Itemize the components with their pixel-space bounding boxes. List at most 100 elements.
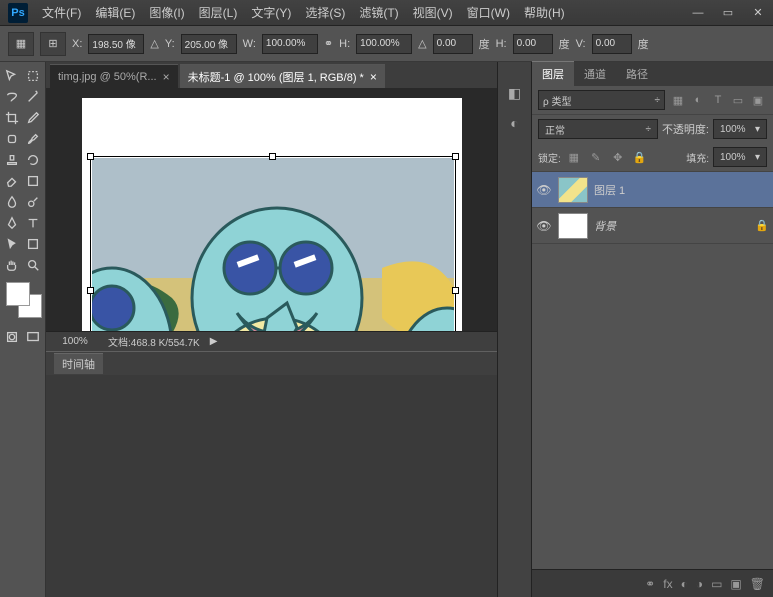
app-logo: Ps	[8, 3, 28, 23]
layer-1-visibility-icon[interactable]: 👁	[536, 183, 552, 197]
type-tool[interactable]	[23, 213, 43, 233]
pen-tool[interactable]	[2, 213, 22, 233]
adjustment-icon[interactable]: ◑	[696, 577, 703, 591]
menu-view[interactable]: 视图(V)	[407, 0, 459, 25]
triangle-icon[interactable]: △	[150, 37, 158, 50]
reference-point-icon[interactable]: ⊞	[40, 32, 66, 56]
filter-type-icon[interactable]: T	[709, 91, 727, 109]
dock-color-icon[interactable]: ◐	[504, 112, 526, 134]
x-input[interactable]	[88, 34, 144, 54]
layer-row-1[interactable]: 👁 图层 1	[532, 172, 773, 208]
canvas-viewport[interactable]	[46, 88, 497, 331]
filter-adjust-icon[interactable]: ◐	[689, 91, 707, 109]
handle-right[interactable]	[452, 287, 459, 294]
screenmode-tool[interactable]	[23, 327, 43, 347]
lock-pixels-icon[interactable]: ✎	[587, 148, 605, 166]
menu-select[interactable]: 选择(S)	[299, 0, 351, 25]
transform-bounding-box[interactable]	[90, 156, 456, 331]
heal-tool[interactable]	[2, 129, 22, 149]
handle-top-right[interactable]	[452, 153, 459, 160]
h2-unit: 度	[559, 36, 570, 52]
group-icon[interactable]: ▭	[711, 577, 722, 591]
stamp-tool[interactable]	[2, 150, 22, 170]
layer-bg-visibility-icon[interactable]: 👁	[536, 219, 552, 233]
v-input[interactable]	[592, 34, 632, 54]
selection-tool[interactable]	[23, 66, 43, 86]
timeline-tab-label[interactable]: 时间轴	[54, 353, 103, 374]
layer-bg-name[interactable]: 背景	[594, 218, 749, 234]
zoom-level[interactable]: 100%	[52, 336, 98, 347]
document-tab-1[interactable]: timg.jpg @ 50%(R... ×	[50, 64, 178, 88]
layer-1-name[interactable]: 图层 1	[594, 182, 769, 198]
lock-position-icon[interactable]: ✥	[609, 148, 627, 166]
eyedropper-tool[interactable]	[23, 108, 43, 128]
close-tab-1-icon[interactable]: ×	[163, 70, 170, 84]
channels-tab[interactable]: 通道	[574, 62, 616, 86]
close-button[interactable]: ✕	[743, 3, 773, 23]
filter-pixel-icon[interactable]: ▦	[669, 91, 687, 109]
lasso-tool[interactable]	[2, 87, 22, 107]
menu-edit[interactable]: 编辑(E)	[89, 0, 141, 25]
quickmask-tool[interactable]	[2, 327, 22, 347]
shape-tool[interactable]	[23, 234, 43, 254]
handle-top-left[interactable]	[87, 153, 94, 160]
menu-type[interactable]: 文字(Y)	[245, 0, 297, 25]
zoom-tool[interactable]	[23, 255, 43, 275]
menu-window[interactable]: 窗口(W)	[461, 0, 516, 25]
brush-tool[interactable]	[23, 129, 43, 149]
canvas[interactable]	[82, 98, 462, 331]
layer-1-thumbnail[interactable]	[558, 177, 588, 203]
handle-left[interactable]	[87, 287, 94, 294]
blend-mode-select[interactable]: 正常÷	[538, 119, 658, 139]
path-select-tool[interactable]	[2, 234, 22, 254]
paths-tab[interactable]: 路径	[616, 62, 658, 86]
y-input[interactable]	[181, 34, 237, 54]
status-arrow-icon[interactable]: ▶	[210, 336, 218, 347]
blur-tool[interactable]	[2, 192, 22, 212]
close-tab-2-icon[interactable]: ×	[370, 70, 377, 84]
hand-tool[interactable]	[2, 255, 22, 275]
fill-input[interactable]: 100%▾	[713, 147, 767, 167]
h-input[interactable]	[356, 34, 412, 54]
fx-icon[interactable]: fx	[663, 577, 672, 591]
menu-help[interactable]: 帮助(H)	[518, 0, 571, 25]
lock-all-icon[interactable]: 🔒	[631, 148, 649, 166]
layers-tab[interactable]: 图层	[532, 61, 574, 86]
menu-filter[interactable]: 滤镜(T)	[353, 0, 404, 25]
dock-history-icon[interactable]: ◧	[504, 82, 526, 104]
crop-tool[interactable]	[2, 108, 22, 128]
opacity-input[interactable]: 100%▾	[713, 119, 767, 139]
layer-row-background[interactable]: 👁 背景 🔒	[532, 208, 773, 244]
filter-smart-icon[interactable]: ▣	[749, 91, 767, 109]
move-tool[interactable]	[2, 66, 22, 86]
filter-shape-icon[interactable]: ▭	[729, 91, 747, 109]
menu-image[interactable]: 图像(I)	[143, 0, 190, 25]
mask-icon[interactable]: ◐	[681, 577, 688, 591]
history-brush-tool[interactable]	[23, 150, 43, 170]
link-icon[interactable]: ⚭	[324, 37, 333, 50]
foreground-color[interactable]	[6, 282, 30, 306]
delete-layer-icon[interactable]: 🗑	[750, 577, 765, 591]
document-tab-2[interactable]: 未标题-1 @ 100% (图层 1, RGB/8) * ×	[180, 64, 385, 88]
h2-input[interactable]	[513, 34, 553, 54]
dodge-tool[interactable]	[23, 192, 43, 212]
layer-bg-thumbnail[interactable]	[558, 213, 588, 239]
handle-top[interactable]	[269, 153, 276, 160]
wand-tool[interactable]	[23, 87, 43, 107]
w-input[interactable]	[262, 34, 318, 54]
opacity-label: 不透明度:	[662, 121, 709, 137]
transform-tool-icon[interactable]: ▦	[8, 32, 34, 56]
timeline-body[interactable]	[46, 375, 497, 597]
color-swatches[interactable]	[6, 282, 42, 318]
minimize-button[interactable]: —	[683, 3, 713, 23]
maximize-button[interactable]: ▭	[713, 3, 743, 23]
gradient-tool[interactable]	[23, 171, 43, 191]
new-layer-icon[interactable]: ▣	[730, 577, 741, 591]
eraser-tool[interactable]	[2, 171, 22, 191]
menu-layer[interactable]: 图层(L)	[193, 0, 244, 25]
angle-input[interactable]	[433, 34, 473, 54]
lock-transparent-icon[interactable]: ▦	[565, 148, 583, 166]
filter-type-select[interactable]: ρ 类型÷	[538, 90, 665, 110]
link-layers-icon[interactable]: ⚭	[645, 577, 655, 591]
menu-file[interactable]: 文件(F)	[36, 0, 87, 25]
